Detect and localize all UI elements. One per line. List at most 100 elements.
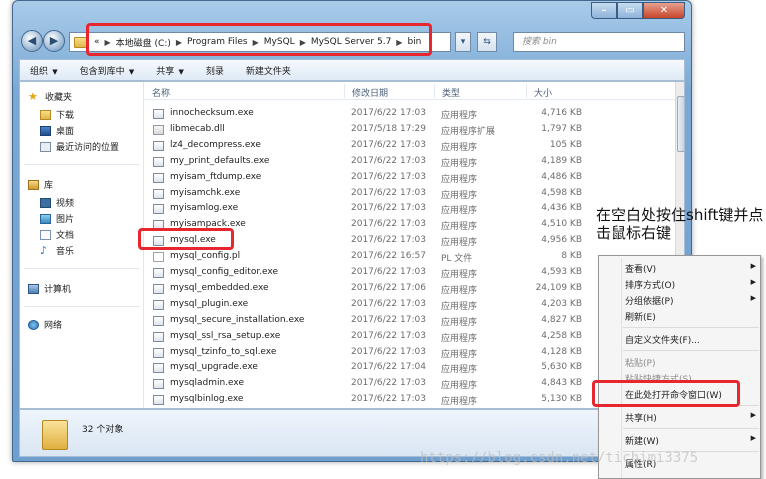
menu-separator [623, 327, 759, 328]
submenu-arrow-icon: ▶ [750, 294, 756, 302]
column-header-type[interactable]: 类型 [442, 86, 460, 99]
refresh-button[interactable]: ⇆ [477, 32, 497, 52]
file-type: 应用程序 [441, 174, 478, 185]
context-menu-item[interactable]: 共享(H) ▶ [599, 409, 762, 425]
file-type: 应用程序 [441, 158, 478, 169]
exe-file-icon [153, 268, 164, 278]
column-header-row: 名称 修改日期 类型 大小 [144, 82, 684, 100]
file-type: 应用程序 [441, 285, 478, 296]
forward-arrow-icon: ▶ [49, 34, 59, 47]
file-row[interactable]: libmecab.dll 2017/5/18 17:29 应用程序扩展 1,797 K… [144, 122, 684, 138]
library-icon [28, 179, 39, 190]
nav-divider [24, 306, 140, 307]
nav-computer[interactable]: 计算机 [28, 282, 71, 295]
nav-item-desktop[interactable]: 桌面 [40, 124, 74, 137]
exe-file-icon [153, 204, 164, 215]
file-date: 2017/6/22 17:03 [351, 346, 426, 357]
file-row[interactable]: innochecksum.exe 2017/6/22 17:03 应用程序 4,716… [144, 106, 684, 122]
file-size: 4,128 KB [541, 346, 582, 357]
menu-separator [623, 350, 759, 351]
file-name: mysql_embedded.exe [170, 282, 269, 293]
caption-buttons: – ▭ ✕ [591, 2, 685, 19]
file-name: my_print_defaults.exe [170, 155, 270, 166]
download-folder-icon [40, 109, 51, 120]
file-row[interactable]: my_print_defaults.exe 2017/6/22 17:03 应用程序… [144, 154, 684, 170]
new-folder-button[interactable]: 新建文件夹 [246, 64, 291, 77]
file-name: mysqladmin.exe [170, 378, 245, 389]
context-menu-item[interactable]: 自定义文件夹(F)... [599, 331, 762, 347]
dll-file-icon [153, 124, 164, 135]
column-divider[interactable] [434, 84, 435, 98]
content-area: ★ 收藏夹 下载 桌面 最近访问的位置 库 视频 图片 文档 ♪ 音乐 计算机 网络… [19, 81, 685, 409]
context-menu-item[interactable]: 查看(V) ▶ [599, 260, 762, 276]
column-header-name[interactable]: 名称 [152, 86, 170, 99]
context-menu-item[interactable]: 排序方式(O) ▶ [599, 276, 762, 292]
column-header-size[interactable]: 大小 [534, 86, 552, 99]
nav-item-music[interactable]: ♪ 音乐 [40, 243, 74, 258]
file-size: 4,843 KB [541, 378, 582, 389]
organize-button[interactable]: 组织 ▼ [30, 64, 58, 77]
video-icon [40, 197, 51, 208]
file-size: 1,797 KB [541, 123, 582, 134]
nav-libraries[interactable]: 库 [28, 178, 53, 191]
share-button[interactable]: 共享 ▼ [156, 64, 184, 77]
context-menu-item[interactable]: 分组依据(P) ▶ [599, 292, 762, 308]
nav-favorites[interactable]: ★ 收藏夹 [28, 90, 72, 104]
file-date: 2017/6/22 17:03 [351, 314, 426, 325]
address-tools: ▾ ⇆ [455, 32, 507, 52]
file-date: 2017/6/22 17:03 [351, 298, 426, 309]
exe-file-icon [153, 283, 164, 294]
burn-button[interactable]: 刻录 [206, 64, 224, 77]
file-size: 4,510 KB [541, 219, 582, 230]
nav-item-documents[interactable]: 文档 [40, 228, 74, 241]
file-date: 2017/5/18 17:29 [351, 123, 426, 134]
nav-item-recent[interactable]: 最近访问的位置 [40, 140, 119, 153]
nav-item-pictures[interactable]: 图片 [40, 212, 74, 225]
scrollbar-thumb[interactable] [677, 96, 684, 152]
forward-button[interactable]: ▶ [43, 30, 65, 52]
context-menu-item[interactable]: 刷新(E) [599, 308, 762, 324]
back-button[interactable]: ◀ [21, 30, 43, 52]
file-date: 2017/6/22 17:03 [351, 330, 426, 341]
nav-network[interactable]: 网络 [28, 318, 62, 331]
chevron-down-icon: ▼ [176, 67, 184, 76]
search-input[interactable]: 搜索 bin [513, 32, 685, 52]
history-dropdown-button[interactable]: ▾ [455, 32, 471, 52]
file-size: 4,593 KB [541, 267, 582, 277]
submenu-arrow-icon: ▶ [750, 278, 756, 286]
column-divider[interactable] [526, 84, 527, 98]
exe-file-icon [153, 109, 164, 119]
menu-separator [623, 428, 759, 429]
file-size: 4,258 KB [541, 330, 582, 341]
nav-item-downloads[interactable]: 下载 [40, 108, 74, 121]
column-header-date[interactable]: 修改日期 [352, 86, 388, 99]
file-date: 2017/6/22 17:03 [351, 267, 426, 277]
file-date: 2017/6/22 17:03 [351, 235, 426, 246]
maximize-button[interactable]: ▭ [617, 2, 643, 19]
file-date: 2017/6/22 17:06 [351, 282, 426, 293]
file-row[interactable]: myisamchk.exe 2017/6/22 17:03 应用程序 4,598 KB [144, 186, 684, 202]
include-library-button[interactable]: 包含到库中 ▼ [80, 64, 135, 77]
column-divider[interactable] [344, 84, 345, 98]
file-date: 2017/6/22 17:03 [351, 139, 426, 150]
file-type: 应用程序 [441, 206, 478, 217]
file-row[interactable]: lz4_decompress.exe 2017/6/22 17:03 应用程序 105… [144, 138, 684, 154]
file-name: mysql_secure_installation.exe [170, 314, 305, 325]
music-note-icon: ♪ [40, 243, 48, 257]
highlight-address-box [86, 23, 432, 56]
file-name: mysql_ssl_rsa_setup.exe [170, 330, 281, 341]
nav-item-videos[interactable]: 视频 [40, 196, 74, 209]
file-type: 应用程序 [441, 397, 478, 408]
refresh-icon: ⇆ [483, 37, 491, 47]
file-row[interactable]: myisam_ftdump.exe 2017/6/22 17:03 应用程序 4,48… [144, 170, 684, 186]
file-size: 105 KB [549, 139, 582, 150]
minimize-button[interactable]: – [591, 2, 617, 19]
exe-file-icon [153, 315, 164, 326]
file-size: 4,203 KB [541, 298, 582, 309]
context-menu-item[interactable]: 新建(W) ▶ [599, 432, 762, 448]
file-type: 应用程序 [441, 333, 478, 344]
close-button[interactable]: ✕ [643, 2, 685, 19]
file-date: 2017/6/22 16:57 [351, 251, 426, 262]
file-name: libmecab.dll [170, 123, 225, 134]
file-size: 5,130 KB [541, 394, 582, 405]
